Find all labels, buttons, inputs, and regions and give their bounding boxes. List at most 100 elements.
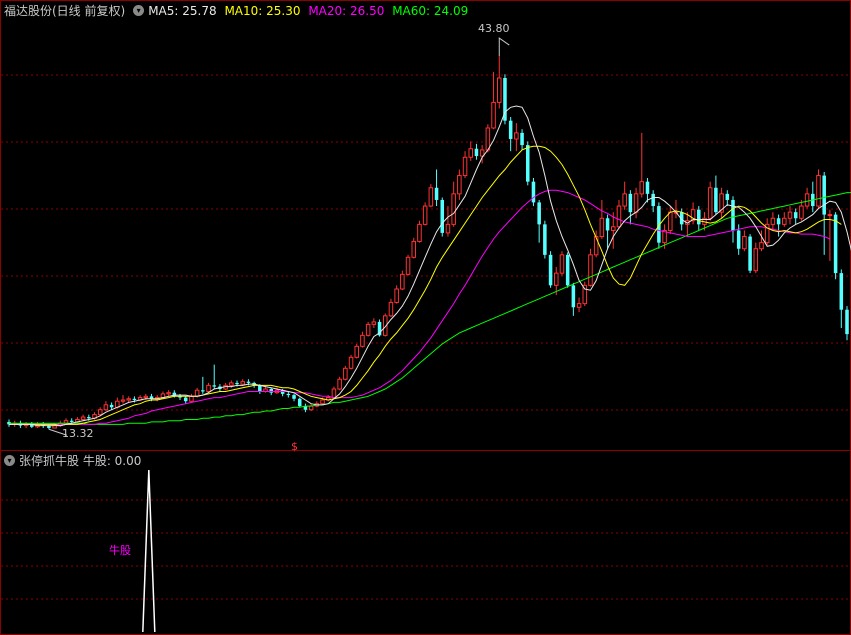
candle [543,220,547,259]
candle [468,141,474,161]
candle [297,397,302,408]
candle-body [462,156,468,177]
candle-body [833,214,838,274]
candle [748,234,752,274]
candle [337,376,342,391]
candle [633,187,639,219]
high-marker [498,37,510,57]
candle [445,206,451,237]
candle [588,248,593,287]
candle [434,169,439,207]
candle-body [787,211,793,219]
ma5-legend: MA5: 25.78 [148,4,217,18]
candle-body [440,199,445,233]
candle-body [166,392,171,395]
candle-body [394,288,399,303]
indicator-signal-label: 牛股 [109,543,131,557]
candle-body [496,77,502,103]
candle-body [337,378,342,390]
candle [508,117,513,152]
candle-body [543,224,547,255]
ma10-legend: MA10: 25.30 [224,4,301,18]
candle [764,218,770,246]
candle-body [69,420,74,422]
candle [599,199,605,239]
candle-body [103,404,109,411]
candle [514,123,519,152]
candle [714,175,718,215]
candle-body [365,323,371,336]
candle-body [360,334,365,347]
candle [103,401,109,411]
ma5-line [9,105,851,427]
candle-body [616,205,622,228]
candle-body [371,321,377,325]
candle [308,403,314,411]
candle-body [845,309,849,335]
stock-title[interactable]: 福达股份(日线 前复权) [4,4,125,18]
candle-body [599,217,605,238]
candle-body [622,193,627,207]
indicator-title[interactable]: 张停抓牛股 牛股: 0.00 [19,454,141,468]
main-chart-header: 福达股份(日线 前复权) ▾ MA5: 25.78 MA10: 25.30 MA20… [4,3,472,19]
candle-body [827,214,833,217]
low-price-label: 13.32 [62,427,94,440]
candle [816,169,821,209]
candle-body [320,399,325,405]
candle-body [548,254,553,286]
candle-body [422,205,428,225]
candle [833,212,838,280]
candle-body [611,226,616,231]
candle-body [235,382,239,385]
candle [770,212,776,231]
candle [394,285,399,304]
candle-body [206,384,211,392]
candle [354,343,360,359]
chevron-down-icon[interactable]: ▾ [133,5,145,16]
candle-body [537,202,541,225]
candle-body [194,389,200,397]
candle-body [434,187,439,200]
candle [80,414,86,421]
candle-body [143,395,149,399]
candle [371,318,377,329]
candle [742,230,747,252]
candle [719,187,724,219]
candle-body [97,409,103,416]
candle-body [651,193,655,207]
candle [822,171,826,255]
candle [286,391,291,398]
candle-body [668,211,673,231]
candle-body [782,217,787,225]
candle-body [240,381,245,385]
candle-body [628,193,633,213]
chevron-down-icon[interactable]: ▾ [4,455,15,466]
candle-body [736,230,741,249]
candle [496,56,502,109]
candle-body [748,236,752,271]
candle [811,181,815,213]
candle-body [388,301,394,317]
candle-body [417,223,422,242]
candle-body [707,187,713,219]
candle-body [343,367,348,380]
candle [206,382,211,393]
candle-body [286,393,291,396]
candle-body [559,254,565,274]
candle-body [514,132,519,140]
chart-canvas[interactable]: 43.80 13.32 $ 牛股 [0,0,851,635]
candle-body [87,417,91,419]
candle [189,393,194,403]
candle [845,306,849,341]
candle-body [822,175,826,215]
candle-body [126,398,131,401]
candle-body [258,385,262,392]
candle-body [120,399,126,402]
candle [565,252,570,288]
candle [725,190,730,207]
candle [240,379,245,386]
candle-body [331,388,337,399]
candle [731,196,735,243]
candle [388,298,394,318]
candle-body [793,212,798,219]
